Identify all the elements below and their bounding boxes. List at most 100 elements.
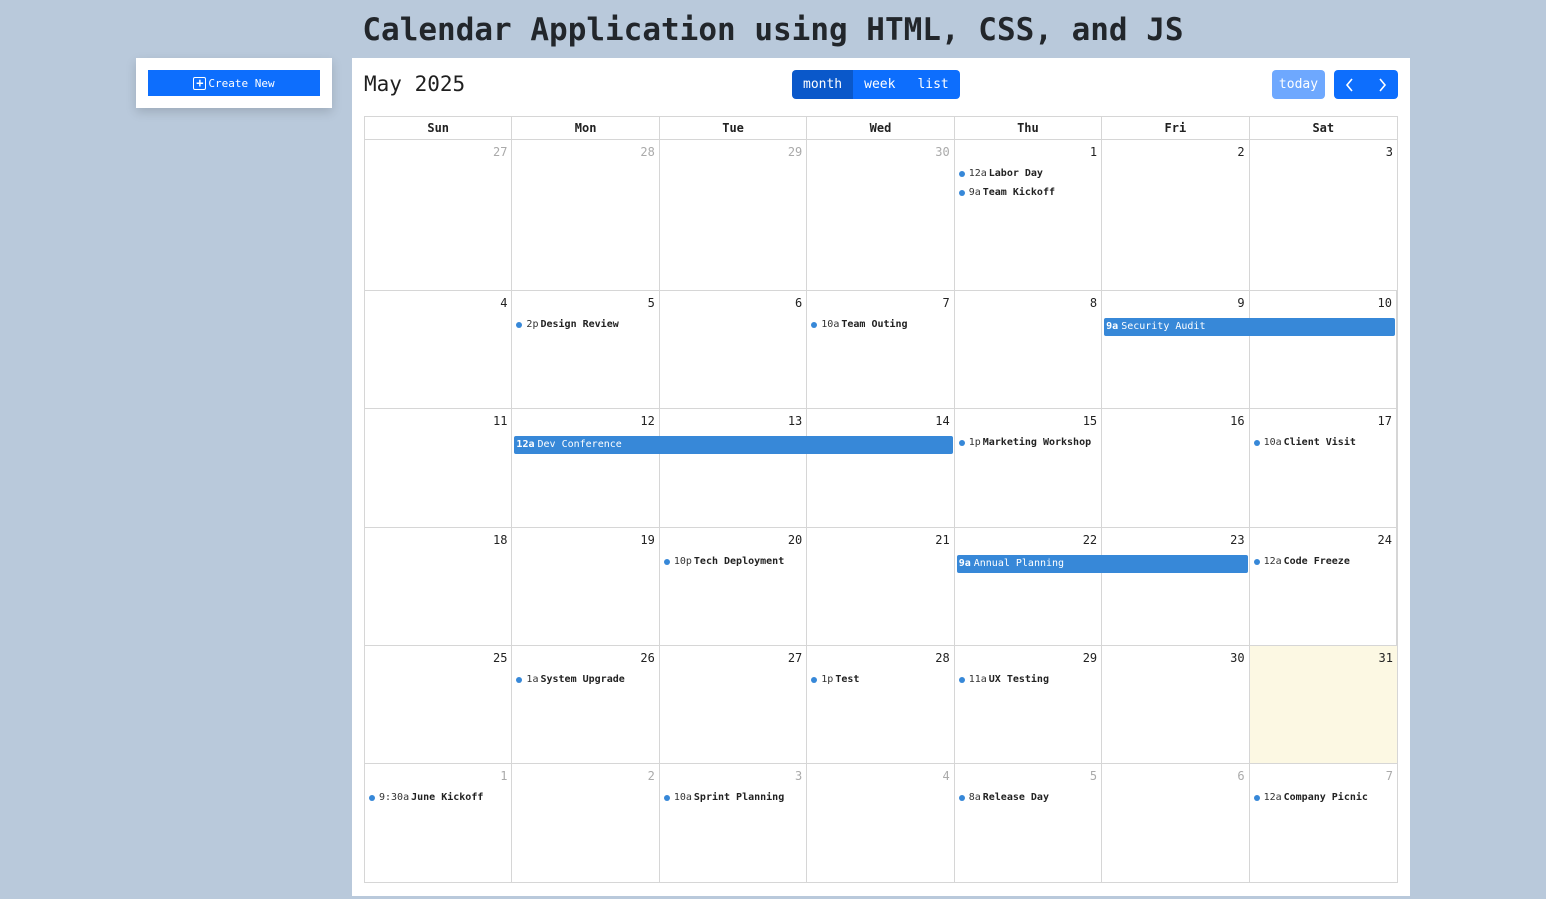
day-cell[interactable]: 11 — [365, 409, 513, 527]
calendar-event[interactable]: 9:30a June Kickoff — [369, 792, 483, 803]
calendar-event[interactable]: 10p Tech Deployment — [663, 556, 784, 567]
calendar-event[interactable]: 10a Team Outing — [811, 319, 908, 330]
day-cell[interactable]: 23 — [1102, 528, 1250, 645]
day-cell[interactable]: 30 — [1102, 646, 1250, 763]
day-cell[interactable]: 5 8a Release Day — [955, 764, 1103, 882]
day-cell[interactable]: 6 — [660, 291, 808, 408]
day-cell[interactable]: 4 — [807, 764, 955, 882]
day-number[interactable]: 31 — [1379, 651, 1393, 665]
calendar-event[interactable]: 9a Team Kickoff — [958, 187, 1055, 198]
calendar-event[interactable]: 12a Labor Day — [958, 168, 1043, 179]
day-number[interactable]: 13 — [788, 414, 802, 428]
day-cell[interactable]: 16 — [1102, 409, 1250, 527]
day-cell[interactable]: 6 — [1102, 764, 1250, 882]
day-cell[interactable]: 13 — [660, 409, 808, 527]
list-view-button[interactable]: list — [906, 70, 960, 99]
day-cell[interactable]: 20 10p Tech Deployment — [660, 528, 808, 645]
day-number[interactable]: 26 — [640, 651, 654, 665]
day-number[interactable]: 24 — [1378, 533, 1392, 547]
day-number[interactable]: 6 — [1237, 769, 1244, 783]
next-button[interactable] — [1366, 70, 1398, 99]
day-number[interactable]: 10 — [1378, 296, 1392, 310]
day-cell[interactable]: 30 — [807, 140, 955, 290]
day-number[interactable]: 19 — [640, 533, 654, 547]
day-cell[interactable]: 22 — [955, 528, 1103, 645]
calendar-event[interactable]: 10a Client Visit — [1253, 437, 1356, 448]
day-cell[interactable]: 7 12a Company Picnic — [1250, 764, 1397, 882]
day-cell[interactable]: 2 — [1102, 140, 1250, 290]
day-cell[interactable]: 28 1p Test — [807, 646, 955, 763]
day-cell[interactable]: 12 — [512, 409, 660, 527]
day-cell[interactable]: 28 — [512, 140, 660, 290]
day-cell[interactable]: 8 — [955, 291, 1103, 408]
day-cell[interactable]: 18 — [365, 528, 513, 645]
day-number[interactable]: 29 — [1083, 651, 1097, 665]
day-cell[interactable]: 1 9:30a June Kickoff — [365, 764, 513, 882]
day-cell[interactable]: 9 — [1102, 291, 1250, 408]
day-number[interactable]: 22 — [1083, 533, 1097, 547]
multi-day-event[interactable]: 9a Security Audit — [1104, 318, 1395, 336]
calendar-event[interactable]: 1p Test — [811, 674, 859, 685]
day-cell[interactable]: 5 2p Design Review — [512, 291, 660, 408]
day-number[interactable]: 14 — [935, 414, 949, 428]
multi-day-event[interactable]: 12a Dev Conference — [514, 436, 953, 454]
day-number[interactable]: 6 — [795, 296, 802, 310]
day-number[interactable]: 4 — [500, 296, 507, 310]
day-number[interactable]: 28 — [935, 651, 949, 665]
day-number[interactable]: 2 — [1237, 145, 1244, 159]
day-cell[interactable]: 10 — [1250, 291, 1397, 408]
day-number[interactable]: 11 — [493, 414, 507, 428]
prev-button[interactable] — [1334, 70, 1366, 99]
day-number[interactable]: 17 — [1378, 414, 1392, 428]
create-new-button[interactable]: + Create New — [148, 70, 320, 96]
day-cell[interactable]: 3 10a Sprint Planning — [660, 764, 808, 882]
day-number[interactable]: 30 — [935, 145, 949, 159]
calendar-event[interactable]: 8a Release Day — [958, 792, 1049, 803]
day-number[interactable]: 8 — [1090, 296, 1097, 310]
calendar-event[interactable]: 11a UX Testing — [958, 674, 1049, 685]
day-cell[interactable]: 3 — [1250, 140, 1397, 290]
day-number[interactable]: 29 — [788, 145, 802, 159]
day-number[interactable]: 7 — [942, 296, 949, 310]
day-cell[interactable]: 29 — [660, 140, 808, 290]
day-cell[interactable]: 7 10a Team Outing — [807, 291, 955, 408]
day-number[interactable]: 27 — [788, 651, 802, 665]
day-number[interactable]: 15 — [1083, 414, 1097, 428]
day-number[interactable]: 20 — [788, 533, 802, 547]
week-view-button[interactable]: week — [853, 70, 907, 99]
day-cell[interactable]: 17 10a Client Visit — [1250, 409, 1397, 527]
day-cell[interactable]: 27 — [365, 140, 513, 290]
today-button[interactable]: today — [1272, 70, 1325, 99]
day-number[interactable]: 3 — [795, 769, 802, 783]
day-cell[interactable]: 14 — [807, 409, 955, 527]
day-cell[interactable]: 19 — [512, 528, 660, 645]
day-number[interactable]: 28 — [640, 145, 654, 159]
day-cell[interactable]: 2 — [512, 764, 660, 882]
month-view-button[interactable]: month — [792, 70, 854, 99]
day-number[interactable]: 25 — [493, 651, 507, 665]
day-number[interactable]: 27 — [493, 145, 507, 159]
day-cell[interactable]: 21 — [807, 528, 955, 645]
day-cell[interactable]: 25 — [365, 646, 513, 763]
day-cell[interactable]: 31 — [1249, 646, 1397, 763]
day-number[interactable]: 3 — [1386, 145, 1393, 159]
day-cell[interactable]: 1 12a Labor Day 9a Team Kickoff — [955, 140, 1103, 290]
calendar-event[interactable]: 1p Marketing Workshop — [958, 437, 1091, 448]
day-number[interactable]: 9 — [1237, 296, 1244, 310]
day-number[interactable]: 5 — [1090, 769, 1097, 783]
day-cell[interactable]: 27 — [660, 646, 808, 763]
multi-day-event[interactable]: 9a Annual Planning — [956, 555, 1248, 573]
calendar-event[interactable]: 2p Design Review — [516, 319, 619, 330]
day-number[interactable]: 23 — [1230, 533, 1244, 547]
day-number[interactable]: 21 — [935, 533, 949, 547]
day-number[interactable]: 30 — [1230, 651, 1244, 665]
calendar-event[interactable]: 1a System Upgrade — [516, 674, 625, 685]
day-number[interactable]: 2 — [648, 769, 655, 783]
day-number[interactable]: 4 — [942, 769, 949, 783]
day-number[interactable]: 1 — [1090, 145, 1097, 159]
day-number[interactable]: 1 — [500, 769, 507, 783]
calendar-event[interactable]: 10a Sprint Planning — [663, 792, 784, 803]
day-cell[interactable]: 24 12a Code Freeze — [1250, 528, 1397, 645]
calendar-event[interactable]: 12a Code Freeze — [1253, 556, 1350, 567]
day-number[interactable]: 5 — [648, 296, 655, 310]
